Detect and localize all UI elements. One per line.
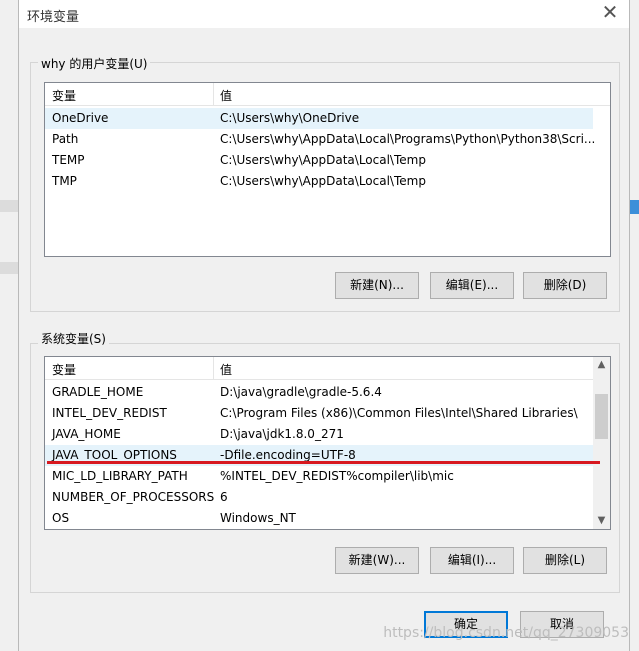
vertical-scrollbar[interactable]: ▲ ▼ — [593, 357, 610, 529]
list-item[interactable]: JAVA_HOME D:\java\jdk1.8.0_271 — [45, 424, 593, 445]
title-bar: 环境变量 ✕ — [19, 0, 629, 28]
column-header-variable[interactable]: 变量 — [52, 361, 76, 378]
list-item[interactable]: OS Windows_NT — [45, 508, 593, 529]
column-header-value[interactable]: 值 — [220, 361, 232, 378]
user-edit-button[interactable]: 编辑(E)... — [430, 272, 514, 299]
list-header: 变量 值 — [45, 357, 593, 380]
list-item[interactable]: GRADLE_HOME D:\java\gradle\gradle-5.6.4 — [45, 382, 593, 403]
column-header-variable[interactable]: 变量 — [52, 87, 76, 104]
background-window-strip — [0, 200, 18, 212]
background-window-strip — [630, 200, 639, 214]
column-separator[interactable] — [213, 357, 214, 379]
list-item[interactable]: INTEL_DEV_REDIST C:\Program Files (x86)\… — [45, 403, 593, 424]
environment-variables-dialog: 环境变量 ✕ why 的用户变量(U) 变量 值 OneDrive C:\Use… — [18, 0, 630, 651]
user-delete-button[interactable]: 删除(D) — [523, 272, 607, 299]
user-new-button[interactable]: 新建(N)... — [335, 272, 419, 299]
list-item[interactable]: OneDrive C:\Users\why\OneDrive — [45, 108, 593, 129]
watermark: https://blog.csdn.net/qq_27309053 — [383, 625, 629, 641]
list-item[interactable]: Path C:\Users\why\AppData\Local\Programs… — [45, 129, 595, 150]
system-edit-button[interactable]: 编辑(I)... — [430, 547, 514, 574]
background-window-strip — [0, 262, 18, 274]
list-item[interactable]: TMP C:\Users\why\AppData\Local\Temp — [45, 171, 593, 192]
column-header-value[interactable]: 值 — [220, 87, 232, 104]
system-new-button[interactable]: 新建(W)... — [335, 547, 419, 574]
scrollbar-thumb[interactable] — [595, 394, 608, 439]
system-delete-button[interactable]: 删除(L) — [523, 547, 607, 574]
user-variables-label: why 的用户变量(U) — [38, 55, 151, 72]
close-icon[interactable]: ✕ — [597, 2, 623, 24]
column-separator[interactable] — [213, 83, 214, 105]
list-item[interactable]: NUMBER_OF_PROCESSORS 6 — [45, 487, 593, 508]
list-item[interactable]: MIC_LD_LIBRARY_PATH %INTEL_DEV_REDIST%co… — [45, 466, 593, 487]
highlight-underline — [47, 461, 600, 464]
list-header: 变量 值 — [45, 83, 610, 106]
system-variables-list[interactable]: 变量 值 GRADLE_HOME D:\java\gradle\gradle-5… — [44, 356, 611, 530]
scroll-up-arrow-icon[interactable]: ▲ — [593, 357, 610, 373]
scroll-down-arrow-icon[interactable]: ▼ — [593, 513, 610, 529]
list-item[interactable]: TEMP C:\Users\why\AppData\Local\Temp — [45, 150, 593, 171]
system-variables-label: 系统变量(S) — [38, 330, 109, 347]
window-title: 环境变量 — [27, 10, 80, 25]
user-variables-list[interactable]: 变量 值 OneDrive C:\Users\why\OneDrive Path… — [44, 82, 611, 257]
